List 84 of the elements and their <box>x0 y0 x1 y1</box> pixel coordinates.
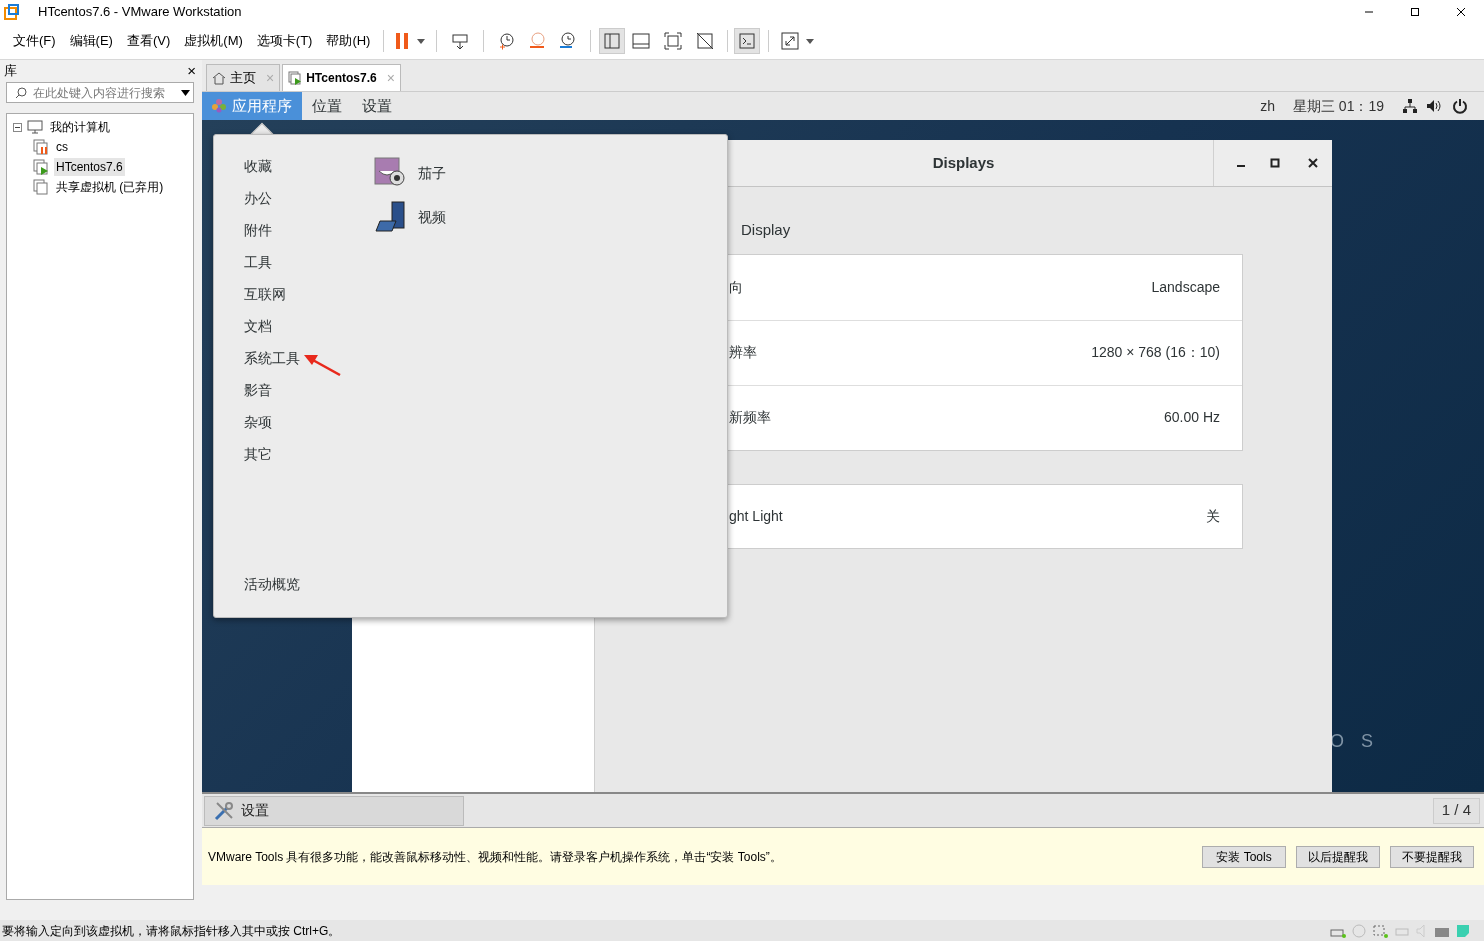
thumbnail-view-icon[interactable] <box>632 32 651 50</box>
running-vm-icon <box>33 159 49 175</box>
network-icon[interactable] <box>1402 98 1418 114</box>
pause-icon[interactable] <box>394 32 411 50</box>
app-launcher[interactable]: 茄子 <box>374 155 446 191</box>
menu-item[interactable]: 选项卡(T) <box>249 31 320 51</box>
console-view-button[interactable] <box>734 28 761 54</box>
tree-item[interactable]: 共享虚拟机 (已弃用) <box>54 178 166 196</box>
close-icon[interactable] <box>1456 6 1466 17</box>
row-value: Landscape <box>1151 277 1220 297</box>
snapshot-manager-icon[interactable] <box>557 31 578 51</box>
stretch-icon[interactable] <box>781 32 800 50</box>
window-title: Displays <box>932 152 995 173</box>
revert-snapshot-icon[interactable] <box>527 31 548 51</box>
tab[interactable]: 主页 × <box>206 64 281 91</box>
taskbar-item[interactable]: 设置 <box>204 795 464 826</box>
menu-category[interactable]: 文档 <box>244 315 374 347</box>
close-button[interactable]: × <box>187 59 196 83</box>
unity-mode-icon[interactable] <box>696 32 715 50</box>
home-icon <box>212 71 226 85</box>
dropdown-caret-icon[interactable] <box>806 38 815 44</box>
menu-category[interactable]: 办公 <box>244 187 374 219</box>
row-label: 新频率 <box>729 408 771 427</box>
workspace-indicator[interactable]: 1 / 4 <box>1432 797 1480 824</box>
row-label: ght Light <box>729 506 783 526</box>
menu-category[interactable]: 其它 <box>244 443 374 475</box>
tab[interactable]: HTcentos7.6 × <box>282 64 401 91</box>
send-keys-icon[interactable] <box>450 31 471 51</box>
library-view-button[interactable] <box>599 28 626 54</box>
tree-item[interactable]: 我的计算机 <box>48 118 112 136</box>
film-reel-icon <box>374 201 406 233</box>
menu-item[interactable]: 虚拟机(M) <box>177 31 250 51</box>
app-launcher[interactable]: 视频 <box>374 199 446 235</box>
close-icon[interactable] <box>1308 158 1318 168</box>
paused-vm-icon <box>33 139 49 155</box>
menu-item[interactable]: 帮助(H) <box>319 31 378 51</box>
annotation-arrow-icon <box>303 353 341 376</box>
search-field[interactable]: 在此处键入内容进行搜索 <box>6 82 194 103</box>
menu-category[interactable]: 影音 <box>244 379 374 411</box>
status-message: 要将输入定向到该虚拟机，请将鼠标指针移入其中或按 Ctrl+G。 <box>2 922 341 940</box>
menu-category[interactable]: 互联网 <box>244 283 374 315</box>
row-value: 1280 × 768 (16：10) <box>1091 343 1220 362</box>
notification-button[interactable]: 安装 Tools <box>1202 845 1286 868</box>
row-label: 辨率 <box>729 343 757 362</box>
notification-button[interactable]: 以后提醒我 <box>1296 845 1380 868</box>
row-label: 向 <box>729 277 743 297</box>
volume-icon[interactable] <box>1426 98 1442 114</box>
tools-icon <box>213 799 235 822</box>
running-vm-icon <box>288 71 303 85</box>
dropdown-caret-icon[interactable] <box>417 38 426 44</box>
section-heading: Display <box>741 220 792 240</box>
menu-item[interactable]: 查看(V) <box>119 31 178 51</box>
row-value: 关 <box>1206 506 1220 526</box>
menu-category[interactable]: 工具 <box>244 251 374 283</box>
tree-item[interactable]: cs <box>54 138 70 156</box>
top-bar-menu[interactable]: 位置 <box>302 92 352 120</box>
flower-icon <box>212 99 226 113</box>
power-icon[interactable] <box>1452 98 1468 114</box>
activities-overview-item[interactable]: 活动概览 <box>244 574 374 595</box>
clock[interactable]: 星期三 01：19 <box>1292 95 1384 117</box>
menu-item[interactable]: 文件(F) <box>6 31 63 51</box>
menu-category[interactable]: 系统工具 <box>244 347 374 379</box>
computer-icon <box>27 120 43 134</box>
window-title: HTcentos7.6 - VMware Workstation <box>38 2 242 21</box>
top-bar-menu[interactable]: 设置 <box>352 92 402 120</box>
tree-item[interactable]: HTcentos7.6 <box>54 158 125 176</box>
menu-category[interactable]: 收藏 <box>244 155 374 187</box>
menu-category[interactable]: 杂项 <box>244 411 374 443</box>
maximize-icon[interactable] <box>1270 158 1280 168</box>
maximize-icon[interactable] <box>1410 6 1420 17</box>
shared-vm-icon <box>33 179 49 195</box>
webcam-icon <box>374 157 406 189</box>
dropdown-caret-icon[interactable] <box>181 89 190 96</box>
notification-button[interactable]: 不要提醒我 <box>1390 845 1474 868</box>
vmware-logo-icon <box>4 3 20 20</box>
menu-category[interactable]: 附件 <box>244 219 374 251</box>
library-title: 库 <box>4 62 17 81</box>
language-indicator[interactable]: zh <box>1260 95 1275 117</box>
notification-message: VMware Tools 具有很多功能，能改善鼠标移动性、视频和性能。请登录客户机操作系统，单击“安装 Tools”。 <box>208 848 782 866</box>
row-value: 60.00 Hz <box>1163 408 1220 427</box>
expander-icon[interactable] <box>13 122 22 132</box>
search-icon <box>15 86 27 99</box>
menu-item[interactable]: 编辑(E) <box>62 31 120 51</box>
full-screen-icon[interactable] <box>664 32 683 50</box>
